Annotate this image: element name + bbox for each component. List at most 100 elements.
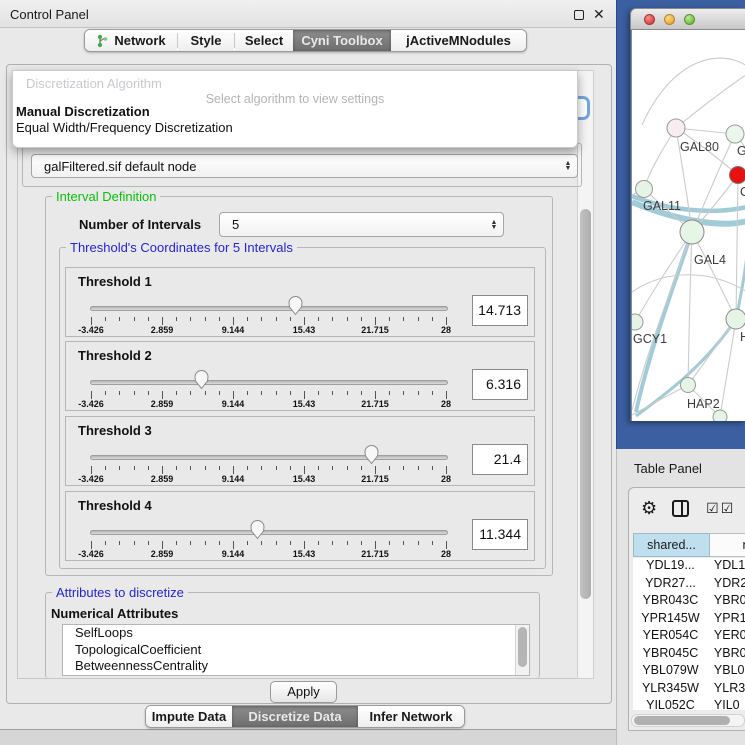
bottom-tab-strip: Impute Data Discretize Data Infer Networ… bbox=[145, 705, 465, 728]
cell: YDR27... bbox=[633, 576, 708, 594]
table-row[interactable]: YIL052CYIL0 bbox=[633, 698, 745, 710]
window-title: Control Panel bbox=[10, 7, 89, 22]
node-top-right[interactable] bbox=[726, 125, 744, 143]
cell: YBL0 bbox=[708, 663, 745, 681]
thresholds-group: Threshold's Coordinates for 5 Intervals … bbox=[59, 247, 546, 569]
table-horizontal-scrollbar-thumb[interactable] bbox=[634, 716, 730, 725]
number-of-intervals-label: Number of Intervals bbox=[79, 217, 201, 232]
threshold-4-value-field[interactable]: 11.344 bbox=[472, 519, 528, 550]
thresholds-group-title: Threshold's Coordinates for 5 Intervals bbox=[66, 240, 297, 255]
column-header-name[interactable]: na bbox=[710, 533, 745, 557]
interval-definition-title: Interval Definition bbox=[52, 189, 160, 204]
threshold-3-value-field[interactable]: 21.4 bbox=[472, 444, 528, 475]
threshold-1-panel: Threshold 1 -3.426 2.859 9.144 15.43 21.… bbox=[65, 267, 535, 337]
node-gal4[interactable] bbox=[680, 220, 704, 244]
table-row[interactable]: YBR043CYBR0 bbox=[633, 593, 745, 611]
table-data-combo[interactable]: galFiltered.sif default node ▲▼ bbox=[31, 154, 578, 178]
gear-icon[interactable]: ⚙ bbox=[641, 498, 657, 519]
cell: YBR045C bbox=[633, 646, 708, 664]
tab-impute-data[interactable]: Impute Data bbox=[146, 706, 232, 727]
list-item[interactable]: BetweennessCentrality bbox=[63, 658, 529, 675]
table-row[interactable]: YBL079WYBL0 bbox=[633, 663, 745, 681]
threshold-3-slider[interactable] bbox=[90, 455, 448, 460]
cell: YER054C bbox=[633, 628, 708, 646]
popup-item-manual-discretization[interactable]: Manual Discretization bbox=[16, 104, 576, 119]
tab-style[interactable]: Style bbox=[178, 30, 234, 51]
threshold-1-slider-thumb[interactable] bbox=[287, 295, 304, 316]
list-item[interactable]: TopologicalCoefficient bbox=[63, 642, 529, 659]
list-scrollbar-thumb[interactable] bbox=[518, 627, 527, 667]
threshold-4-slider-thumb[interactable] bbox=[249, 519, 266, 540]
node-gal80[interactable] bbox=[667, 119, 685, 137]
tab-select[interactable]: Select bbox=[235, 30, 293, 51]
node-gcy1[interactable] bbox=[632, 314, 643, 330]
scale-label: 21.715 bbox=[345, 399, 405, 409]
desktop-background: GAL80 G C GAL11 GAL4 GCY1 H HAP2 bbox=[616, 0, 745, 449]
threshold-1-slider[interactable] bbox=[90, 306, 448, 311]
node-red-selected[interactable] bbox=[730, 167, 745, 184]
table-row[interactable]: YDR27...YDR2 bbox=[633, 576, 745, 594]
popup-item-equal-width-frequency[interactable]: Equal Width/Frequency Discretization bbox=[16, 120, 576, 135]
scale-label: 15.43 bbox=[274, 399, 334, 409]
node-label: GAL11 bbox=[643, 199, 681, 213]
tab-cyni-toolbox-label: Cyni Toolbox bbox=[301, 33, 382, 48]
apply-button[interactable]: Apply bbox=[270, 681, 337, 703]
threshold-2-slider[interactable] bbox=[90, 380, 448, 385]
attributes-group-title: Attributes to discretize bbox=[52, 585, 188, 600]
float-window-icon[interactable] bbox=[574, 10, 584, 20]
network-canvas[interactable]: GAL80 G C GAL11 GAL4 GCY1 H HAP2 bbox=[631, 30, 745, 421]
scale-label: -3.426 bbox=[61, 325, 121, 335]
cell: YPR145W bbox=[633, 611, 708, 629]
table-panel-box: ⚙ ☑ ☑ shared... na YDL19...YDL1 YDR27...… bbox=[628, 487, 745, 731]
combo-arrows-icon: ▲▼ bbox=[559, 161, 577, 171]
table-row[interactable]: YER054CYER0 bbox=[633, 628, 745, 646]
node-label: GCY1 bbox=[633, 332, 667, 346]
column-header-shared-name[interactable]: shared... bbox=[633, 533, 710, 557]
tab-network[interactable]: Network bbox=[85, 30, 177, 51]
checkbox-icon[interactable]: ☑ bbox=[721, 500, 734, 517]
tab-discretize-data[interactable]: Discretize Data bbox=[232, 706, 358, 727]
tab-impute-data-label: Impute Data bbox=[152, 709, 226, 724]
scale-label: 28 bbox=[416, 399, 476, 409]
list-scrollbar[interactable] bbox=[515, 625, 529, 675]
top-tab-strip: Network Style Select Cyni Toolbox jActiv… bbox=[84, 29, 527, 52]
scale-label: -3.426 bbox=[61, 399, 121, 409]
network-icon bbox=[96, 34, 109, 48]
node-gal11[interactable] bbox=[636, 181, 653, 198]
split-columns-icon[interactable] bbox=[672, 500, 689, 517]
vertical-scrollbar-thumb[interactable] bbox=[580, 209, 591, 599]
node-h[interactable] bbox=[726, 309, 745, 329]
close-traffic-light[interactable] bbox=[644, 14, 655, 25]
tab-network-label: Network bbox=[114, 33, 165, 48]
table-row[interactable]: YBR045CYBR0 bbox=[633, 646, 745, 664]
tab-infer-network[interactable]: Infer Network bbox=[358, 706, 464, 727]
node-hap2[interactable] bbox=[681, 378, 696, 393]
scale-label: 28 bbox=[416, 549, 476, 559]
threshold-2-slider-thumb[interactable] bbox=[193, 369, 210, 390]
table-row[interactable]: YDL19...YDL1 bbox=[633, 558, 745, 576]
number-of-intervals-value: 5 bbox=[220, 217, 485, 232]
scale-label: 9.144 bbox=[203, 474, 263, 484]
minimize-traffic-light[interactable] bbox=[664, 14, 675, 25]
scale-label: 21.715 bbox=[345, 325, 405, 335]
table-horizontal-scrollbar[interactable] bbox=[631, 714, 745, 727]
tab-jactivemnodules[interactable]: jActiveMNodules bbox=[391, 30, 526, 51]
threshold-3-slider-thumb[interactable] bbox=[363, 444, 380, 465]
cell: YPR1 bbox=[708, 611, 745, 629]
threshold-2-value-field[interactable]: 6.316 bbox=[472, 369, 528, 400]
threshold-4-slider[interactable] bbox=[90, 530, 448, 535]
tab-cyni-toolbox[interactable]: Cyni Toolbox bbox=[293, 30, 391, 51]
table-data-group: Table Data galFiltered.sif default node … bbox=[22, 143, 582, 187]
close-icon[interactable]: ✕ bbox=[593, 6, 605, 23]
node-label: H bbox=[740, 330, 745, 344]
zoom-traffic-light[interactable] bbox=[684, 14, 695, 25]
threshold-1-value-field[interactable]: 14.713 bbox=[472, 295, 528, 326]
checkbox-icon[interactable]: ☑ bbox=[706, 500, 719, 517]
table-row[interactable]: YPR145WYPR1 bbox=[633, 611, 745, 629]
table-row[interactable]: YLR345WYLR3 bbox=[633, 681, 745, 699]
number-of-intervals-spinner[interactable]: 5 ▲▼ bbox=[219, 212, 504, 237]
node-bottom[interactable] bbox=[713, 410, 727, 421]
node-label: HAP2 bbox=[687, 397, 720, 411]
list-item[interactable]: SelfLoops bbox=[63, 625, 529, 642]
scale-label: 15.43 bbox=[274, 474, 334, 484]
